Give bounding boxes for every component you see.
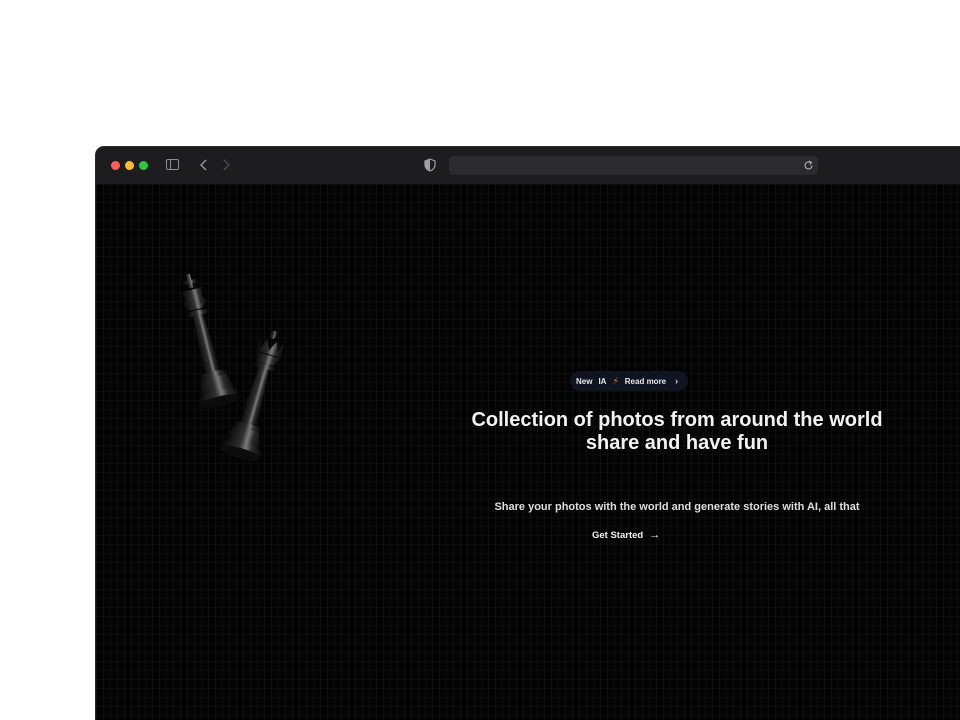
shield-icon[interactable] [424,158,436,172]
get-started-button[interactable]: Get Started → [592,529,660,541]
chevron-right-icon: › [675,376,679,386]
address-bar[interactable] [449,156,818,175]
browser-titlebar [96,147,960,185]
close-window-button[interactable] [111,161,120,170]
lightning-icon: ⚡ [612,375,619,386]
sidebar-icon[interactable] [166,159,179,170]
back-icon[interactable] [199,158,209,172]
reload-icon[interactable] [803,160,814,171]
announcement-topic: IA [598,376,607,386]
announcement-tag: New [576,376,593,386]
maximize-window-button[interactable] [139,161,148,170]
hero-title-line-2: share and have fun [585,432,769,454]
hero-subtitle: Share your photos with the world and gen… [494,501,860,513]
arrow-right-icon: → [649,529,661,541]
read-more-link[interactable]: Read more [625,377,666,386]
browser-window: New IA ⚡ Read more › Collection of photo… [96,147,960,720]
chess-pieces-image [182,273,285,461]
get-started-label: Get Started [592,529,644,541]
page-viewport: New IA ⚡ Read more › Collection of photo… [96,184,960,720]
hero-title-line-1: Collection of photos from around the wor… [471,409,883,431]
forward-icon[interactable] [221,158,231,172]
announcement-chip[interactable]: New IA ⚡ Read more › [570,371,689,391]
minimize-window-button[interactable] [125,161,134,170]
hero-title: Collection of photos from around the wor… [377,409,960,455]
